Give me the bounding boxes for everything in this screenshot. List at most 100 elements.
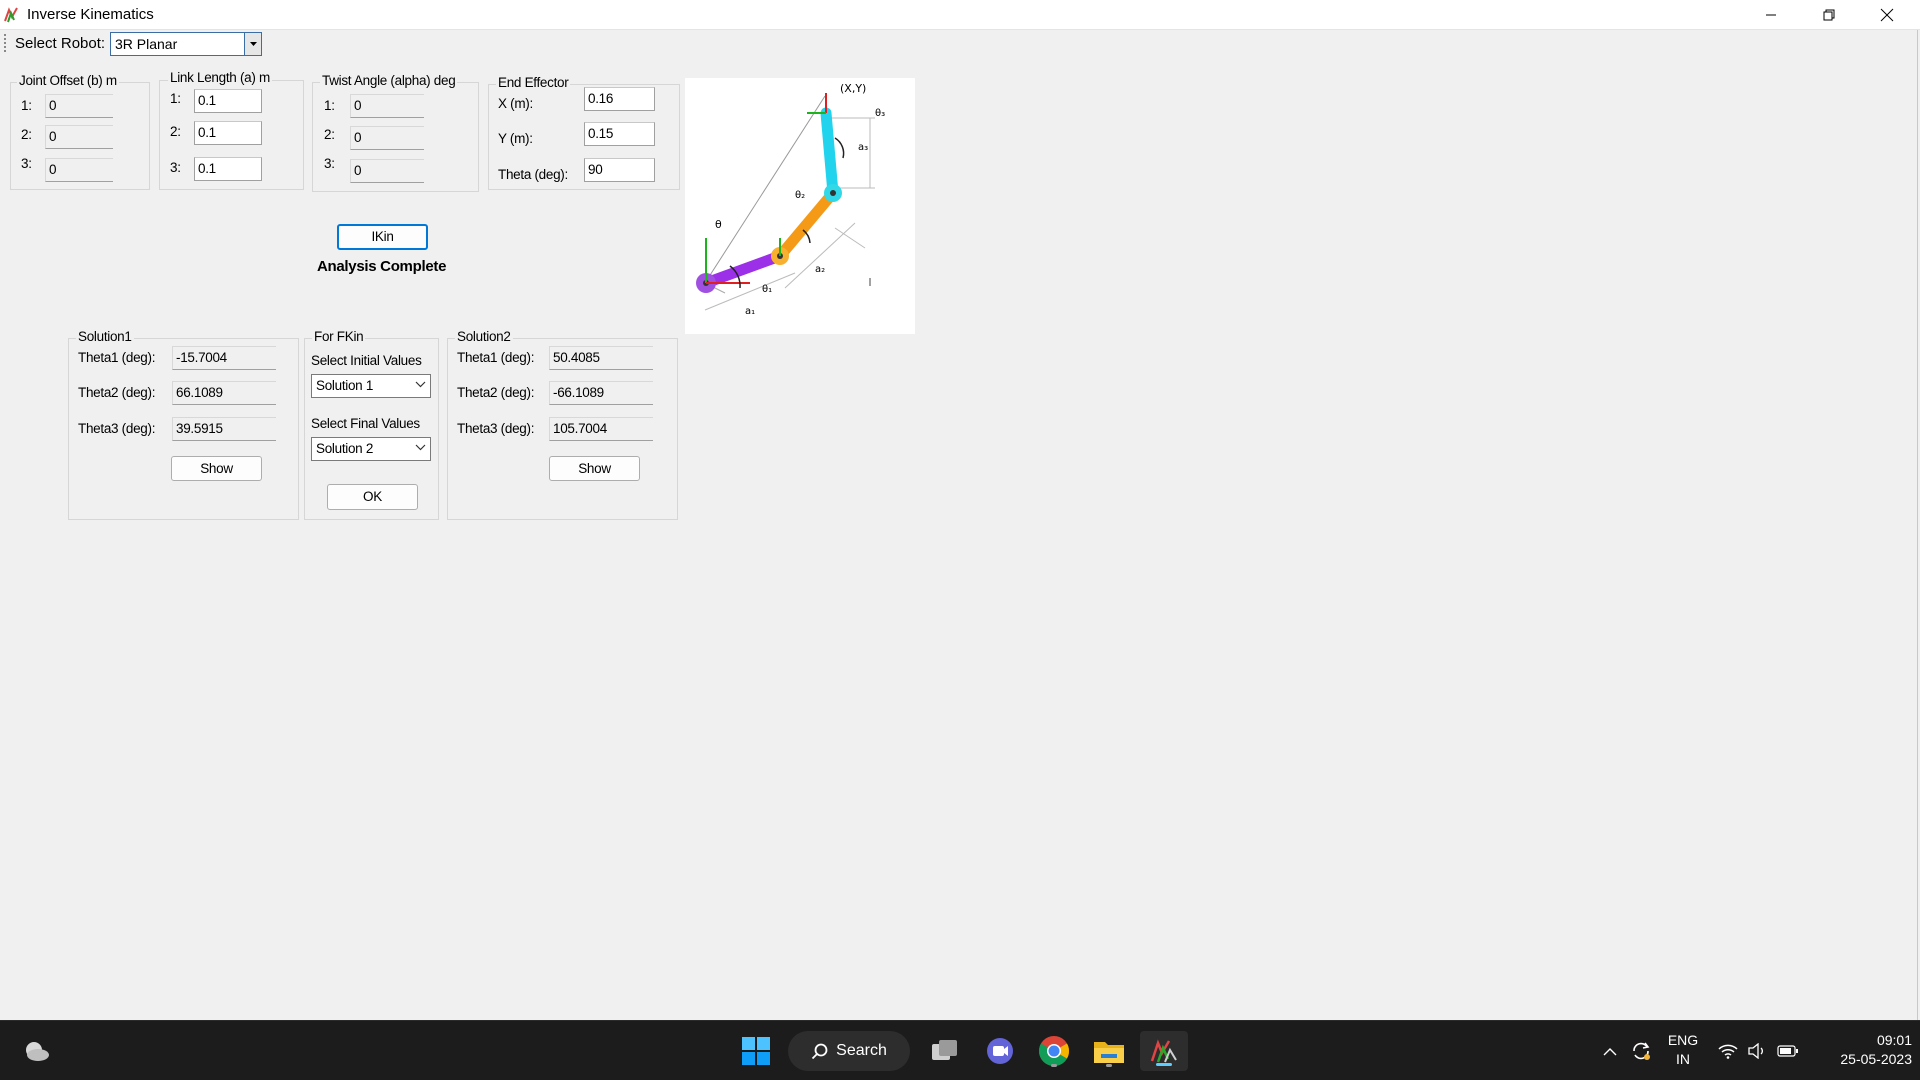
robo-app-button[interactable]: [1140, 1031, 1188, 1071]
y-label: Y (m):: [498, 131, 533, 146]
link-length-input-2[interactable]: 0.1: [194, 121, 262, 145]
toolbar: Select Robot: 3R Planar: [0, 30, 1920, 60]
link2-shape: [774, 187, 839, 262]
wifi-icon: [1718, 1044, 1738, 1059]
teams-chat-icon: [987, 1038, 1013, 1064]
solution1-theta3-value[interactable]: 39.5915: [172, 417, 276, 441]
link1-shape: [700, 250, 786, 289]
solution2-title: Solution2: [455, 329, 513, 344]
sync-status-button[interactable]: [1628, 1031, 1654, 1071]
link-length-input-3[interactable]: 0.1: [194, 157, 262, 181]
y-input[interactable]: 0.15: [584, 122, 655, 146]
clock-time: 09:01: [1876, 1032, 1912, 1048]
robo-app-icon: [1150, 1039, 1177, 1063]
twist-angle-input-3[interactable]: 0: [350, 159, 424, 183]
task-view-button[interactable]: [925, 1031, 965, 1071]
link-length-label-1: 1:: [170, 91, 181, 106]
window-title: Inverse Kinematics: [27, 6, 154, 23]
twist-angle-label-1: 1:: [324, 98, 335, 113]
reach-line: [704, 95, 826, 284]
final-values-label: Select Final Values: [311, 416, 420, 431]
volume-icon: [1748, 1043, 1763, 1059]
initial-values-select[interactable]: Solution 1: [311, 374, 431, 398]
clock-date: 25-05-2023: [1840, 1051, 1912, 1067]
dropdown-arrow-icon[interactable]: [244, 33, 261, 55]
twist-angle-input-1[interactable]: 0: [350, 94, 424, 118]
language-indicator[interactable]: ENG IN: [1662, 1031, 1704, 1069]
clock[interactable]: 09:01 25-05-2023: [1812, 1031, 1912, 1069]
tray-overflow-button[interactable]: [1598, 1031, 1622, 1071]
restore-button[interactable]: [1800, 0, 1858, 29]
taskbar-search[interactable]: Search: [788, 1031, 910, 1071]
a1-diagram-label: a₁: [745, 306, 755, 317]
robot-select[interactable]: 3R Planar: [110, 32, 262, 56]
solution1-theta2-label: Theta2 (deg):: [78, 385, 156, 400]
close-button[interactable]: [1858, 0, 1916, 29]
battery-icon: [1777, 1045, 1798, 1057]
start-button[interactable]: [736, 1031, 776, 1071]
link-length-label-3: 3:: [170, 160, 181, 175]
teams-chat-button[interactable]: [980, 1031, 1020, 1071]
restore-icon: [1823, 9, 1835, 20]
end-effector-title: End Effector: [496, 75, 571, 90]
robot-select-value: 3R Planar: [115, 36, 178, 52]
title-bar: Inverse Kinematics: [0, 0, 1920, 30]
solution1-theta2-value[interactable]: 66.1089: [172, 381, 276, 405]
xy-label: (X,Y): [840, 82, 866, 95]
final-values-value: Solution 2: [316, 441, 374, 456]
joint-offset-label-3: 3:: [21, 156, 32, 171]
ikin-button[interactable]: IKin: [337, 224, 428, 250]
minimize-button[interactable]: [1742, 0, 1800, 29]
solution2-show-button[interactable]: Show: [549, 456, 640, 481]
chevron-down-icon: [415, 381, 426, 388]
solution2-theta3-label: Theta3 (deg):: [457, 421, 535, 436]
chevron-down-icon: [415, 444, 426, 451]
chrome-button[interactable]: [1034, 1031, 1074, 1071]
minimize-icon: [1766, 14, 1776, 15]
file-explorer-icon: [1094, 1042, 1124, 1063]
joint-offset-input-3[interactable]: 0: [45, 158, 113, 182]
twist-angle-title: Twist Angle (alpha) deg: [320, 73, 458, 88]
x-input[interactable]: 0.16: [584, 87, 655, 111]
joint-offset-input-1[interactable]: 0: [45, 94, 113, 118]
link-length-input-1[interactable]: 0.1: [194, 89, 262, 113]
final-values-select[interactable]: Solution 2: [311, 437, 431, 461]
solution2-theta3-value[interactable]: 105.7004: [549, 417, 653, 441]
search-icon: [812, 1043, 828, 1059]
sync-icon: [1633, 1042, 1650, 1060]
solution1-theta3-label: Theta3 (deg):: [78, 421, 156, 436]
theta2-diagram-label: θ₂: [795, 190, 805, 201]
solution1-show-button[interactable]: Show: [171, 456, 262, 481]
ok-button[interactable]: OK: [327, 484, 418, 510]
language-line1: ENG: [1667, 1032, 1699, 1048]
file-explorer-button[interactable]: [1089, 1031, 1129, 1071]
chrome-icon: [1038, 1036, 1070, 1067]
solution2-theta2-label: Theta2 (deg):: [457, 385, 535, 400]
weather-icon: [26, 1042, 49, 1061]
x-label: X (m):: [498, 96, 533, 111]
solution2-theta2-value[interactable]: -66.1089: [549, 381, 653, 405]
joint-offset-input-2[interactable]: 0: [45, 125, 113, 149]
theta3-diagram-label: θ₃: [875, 108, 885, 119]
windows-start-icon: [742, 1037, 770, 1065]
twist-angle-label-2: 2:: [324, 127, 335, 142]
solution1-theta1-value[interactable]: -15.7004: [172, 346, 276, 370]
weather-widget[interactable]: [16, 1031, 56, 1071]
status-text: Analysis Complete: [317, 258, 447, 275]
twist-angle-input-2[interactable]: 0: [350, 126, 424, 150]
running-indicator: [1051, 1064, 1057, 1067]
theta-input[interactable]: 90: [584, 158, 655, 182]
network-button[interactable]: [1715, 1031, 1741, 1071]
toolbar-grip[interactable]: [4, 34, 6, 54]
initial-values-label: Select Initial Values: [311, 353, 422, 368]
solution2-theta1-label: Theta1 (deg):: [457, 350, 535, 365]
theta-diagram-label: θ: [715, 218, 722, 231]
joint-offset-label-2: 2:: [21, 127, 32, 142]
select-robot-label: Select Robot:: [15, 35, 106, 52]
solution2-theta1-value[interactable]: 50.4085: [549, 346, 653, 370]
battery-button[interactable]: [1774, 1031, 1802, 1071]
solution1-title: Solution1: [76, 329, 134, 344]
volume-button[interactable]: [1744, 1031, 1770, 1071]
link-length-title: Link Length (a) m: [168, 70, 272, 85]
window-edge: [1917, 30, 1918, 1020]
